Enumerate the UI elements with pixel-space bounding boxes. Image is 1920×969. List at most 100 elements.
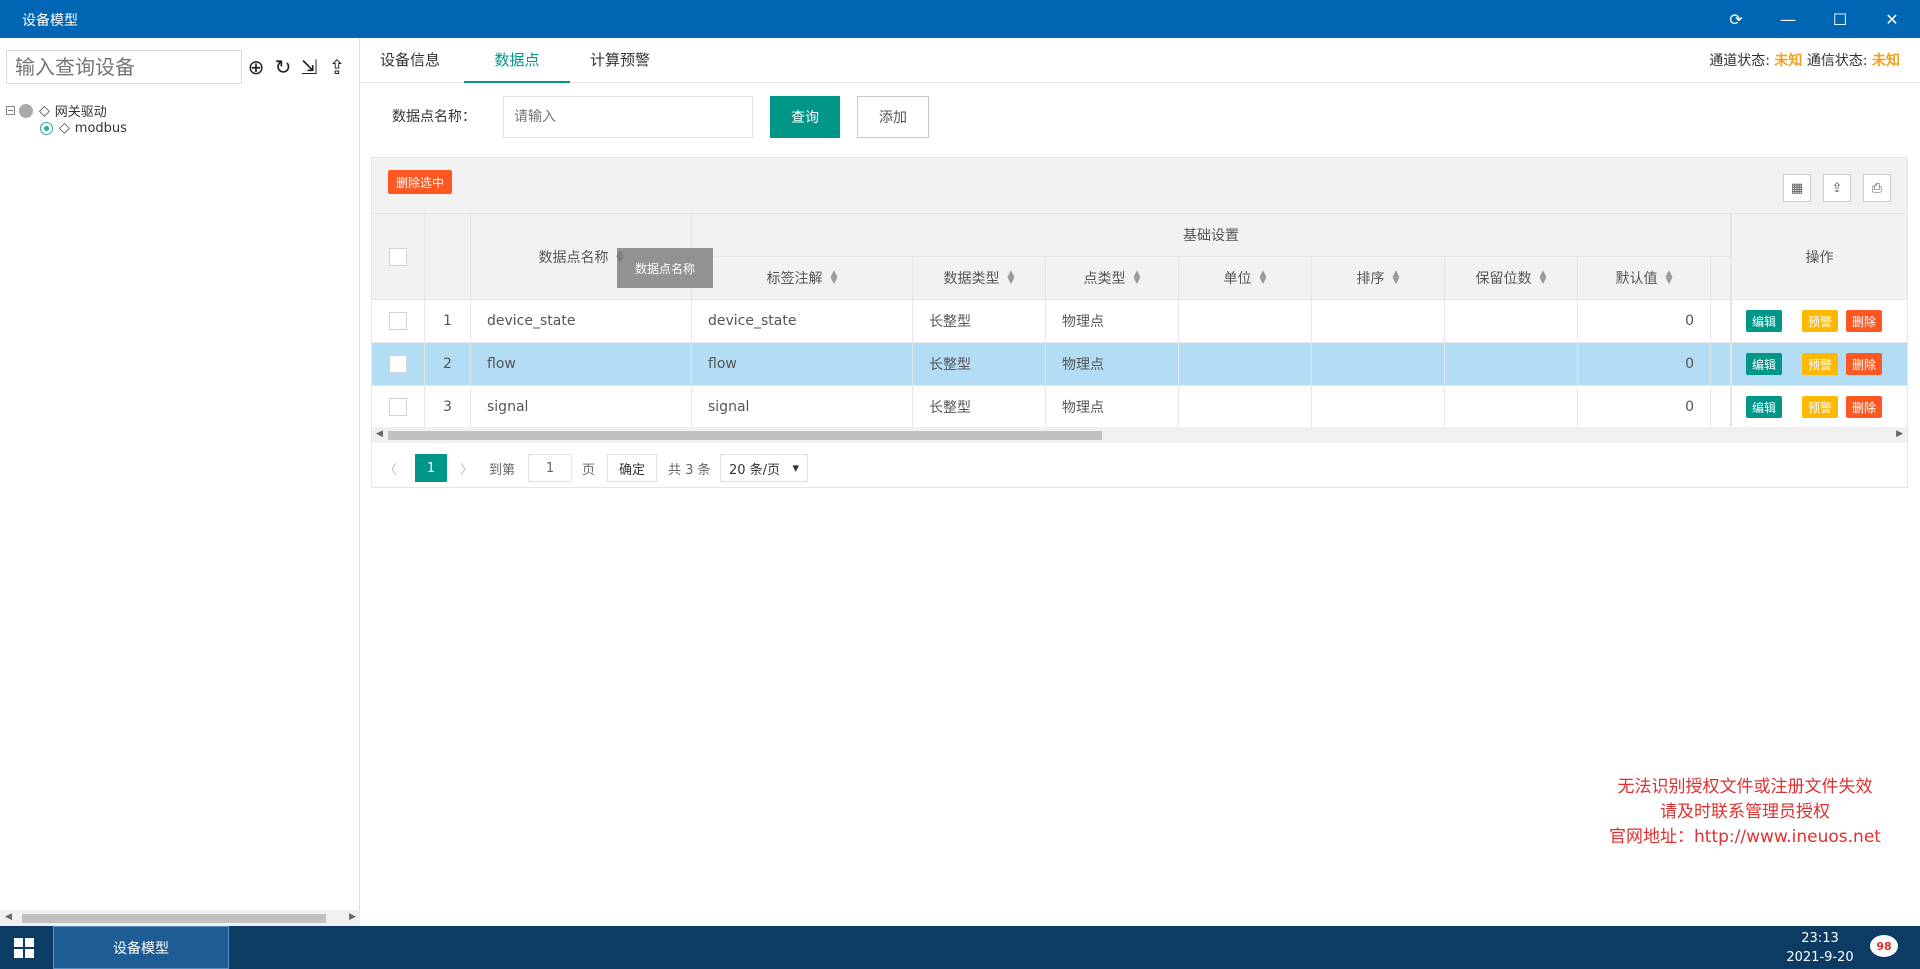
- tab-device-info[interactable]: 设备信息: [360, 38, 460, 83]
- row-actions: 编辑 预警 删除: [1731, 300, 1908, 343]
- next-page-icon[interactable]: 〉: [460, 454, 473, 482]
- row-checkbox[interactable]: [389, 398, 407, 416]
- taskbar-app-button[interactable]: 设备模型: [53, 926, 229, 969]
- cell-name: device_state: [471, 300, 692, 343]
- cell-filler: [1711, 386, 1731, 429]
- import-icon[interactable]: ⇲: [296, 54, 322, 80]
- row-select-cell: [372, 300, 425, 343]
- page-1-button[interactable]: 1: [415, 454, 447, 482]
- print-icon[interactable]: ⎙: [1863, 174, 1891, 202]
- header-filler: [1711, 257, 1731, 300]
- scroll-left-icon[interactable]: ◀: [376, 429, 383, 439]
- close-icon[interactable]: ✕: [1866, 0, 1918, 38]
- row-index: 2: [425, 343, 471, 386]
- tab-calc-alert[interactable]: 计算预警: [570, 38, 670, 83]
- data-point-table: 删除选中 ▦ ⇪ ⎙ 数据点名称 ▲▼ 基础设置 标签注解▲▼ 数据类型▲▼ 点…: [371, 157, 1908, 488]
- horizontal-scrollbar[interactable]: ◀ ▶: [0, 910, 360, 926]
- cell-default: 0: [1578, 300, 1711, 343]
- notification-icon[interactable]: 98: [1870, 933, 1898, 959]
- clock[interactable]: 23:13 2021-9-20: [1770, 929, 1870, 967]
- cell-default: 0: [1578, 386, 1711, 429]
- query-button[interactable]: 查询: [770, 96, 840, 138]
- comm-status-value: 未知: [1872, 53, 1900, 69]
- export-icon[interactable]: ⇪: [1823, 174, 1851, 202]
- prev-page-icon[interactable]: 〈: [384, 454, 397, 482]
- cell-data-type: 长整型: [913, 343, 1046, 386]
- scroll-left-icon[interactable]: ◀: [5, 912, 12, 922]
- page-size-select[interactable]: 20 条/页 ▾: [720, 454, 808, 482]
- point-name-input[interactable]: [503, 96, 753, 138]
- sort-icon[interactable]: ▲▼: [1666, 270, 1673, 286]
- delete-button[interactable]: 删除: [1846, 310, 1882, 332]
- sort-icon[interactable]: ▲▼: [1134, 270, 1141, 286]
- column-header-data-type[interactable]: 数据类型 ▲ ▼: [913, 257, 1046, 300]
- scroll-right-icon[interactable]: ▶: [1896, 429, 1903, 439]
- tab-bar: 设备信息 数据点 计算预警 通道状态: 未知 通信状态: 未知: [360, 38, 1920, 83]
- tree-node-modbus[interactable]: ◇ modbus: [40, 120, 127, 136]
- row-checkbox[interactable]: [389, 312, 407, 330]
- column-header-unit[interactable]: 单位 ▲ ▼: [1179, 257, 1312, 300]
- row-actions: 编辑 预警 删除: [1731, 386, 1908, 429]
- cell-decimals: [1445, 343, 1578, 386]
- cell-unit: [1179, 386, 1312, 429]
- refresh-icon[interactable]: ↻: [270, 54, 296, 80]
- edit-button[interactable]: 编辑: [1746, 396, 1782, 418]
- alert-button[interactable]: 预警: [1802, 396, 1838, 418]
- column-header-label[interactable]: 标签注解 ▲ ▼: [692, 257, 913, 300]
- edit-button[interactable]: 编辑: [1746, 310, 1782, 332]
- layers-icon: ◇: [59, 120, 70, 136]
- device-search-input[interactable]: [6, 50, 242, 84]
- column-header-default[interactable]: 默认值 ▲ ▼: [1578, 257, 1711, 300]
- scrollbar-thumb[interactable]: [22, 914, 326, 923]
- start-icon[interactable]: [14, 938, 34, 958]
- refresh-icon[interactable]: ⟳: [1710, 0, 1762, 38]
- confirm-button[interactable]: 确定: [607, 454, 657, 482]
- taskbar: 设备模型 23:13 2021-9-20 98: [0, 926, 1920, 969]
- add-button[interactable]: 添加: [857, 96, 929, 138]
- page-input[interactable]: 1: [528, 454, 572, 482]
- scroll-right-icon[interactable]: ▶: [349, 912, 356, 922]
- collapse-icon[interactable]: −: [6, 106, 15, 115]
- row-index: 3: [425, 386, 471, 429]
- radio-icon[interactable]: [40, 121, 53, 135]
- cell-name: signal: [471, 386, 692, 429]
- delete-button[interactable]: 删除: [1846, 396, 1882, 418]
- column-header-point-type[interactable]: 点类型 ▲ ▼: [1046, 257, 1179, 300]
- sort-icon[interactable]: ▲▼: [1540, 270, 1547, 286]
- node-status-icon: [19, 103, 33, 118]
- sort-icon[interactable]: ▲▼: [1393, 270, 1400, 286]
- column-header-order[interactable]: 排序 ▲ ▼: [1312, 257, 1445, 300]
- add-icon[interactable]: ⊕: [243, 54, 269, 80]
- select-all-cell: [372, 214, 425, 300]
- page-unit-label: 页: [582, 462, 596, 478]
- edit-button[interactable]: 编辑: [1746, 353, 1782, 375]
- row-index: 1: [425, 300, 471, 343]
- cell-unit: [1179, 343, 1312, 386]
- layers-icon: ◇: [39, 102, 50, 119]
- export-icon[interactable]: ⇪: [324, 54, 350, 80]
- tree-node-label: modbus: [74, 120, 127, 136]
- sort-icon[interactable]: ▲▼: [1008, 270, 1015, 286]
- column-header-decimals[interactable]: 保留位数 ▲ ▼: [1445, 257, 1578, 300]
- table-horizontal-scrollbar[interactable]: ◀ ▶: [372, 427, 1907, 443]
- total-count: 共 3 条: [668, 462, 711, 478]
- cell-default: 0: [1578, 343, 1711, 386]
- tree-node-gateway[interactable]: − ◇ 网关驱动: [6, 101, 107, 120]
- sort-icon[interactable]: ▲▼: [1260, 270, 1267, 286]
- channel-status-label: 通道状态:: [1709, 53, 1770, 69]
- columns-icon[interactable]: ▦: [1783, 174, 1811, 202]
- title-bar: 设备模型 ⟳ — ☐ ✕: [0, 0, 1920, 38]
- select-all-checkbox[interactable]: [389, 247, 407, 266]
- delete-selected-button[interactable]: 删除选中: [388, 170, 452, 194]
- maximize-icon[interactable]: ☐: [1814, 0, 1866, 38]
- scrollbar-thumb[interactable]: [388, 431, 1102, 440]
- tab-data-points[interactable]: 数据点: [464, 38, 570, 83]
- sort-icon[interactable]: ▲▼: [831, 270, 838, 286]
- row-checkbox[interactable]: [389, 355, 407, 373]
- minimize-icon[interactable]: —: [1762, 0, 1814, 38]
- cell-filler: [1711, 300, 1731, 343]
- alert-button[interactable]: 预警: [1802, 310, 1838, 332]
- chevron-down-icon: ▾: [792, 460, 799, 476]
- alert-button[interactable]: 预警: [1802, 353, 1838, 375]
- delete-button[interactable]: 删除: [1846, 353, 1882, 375]
